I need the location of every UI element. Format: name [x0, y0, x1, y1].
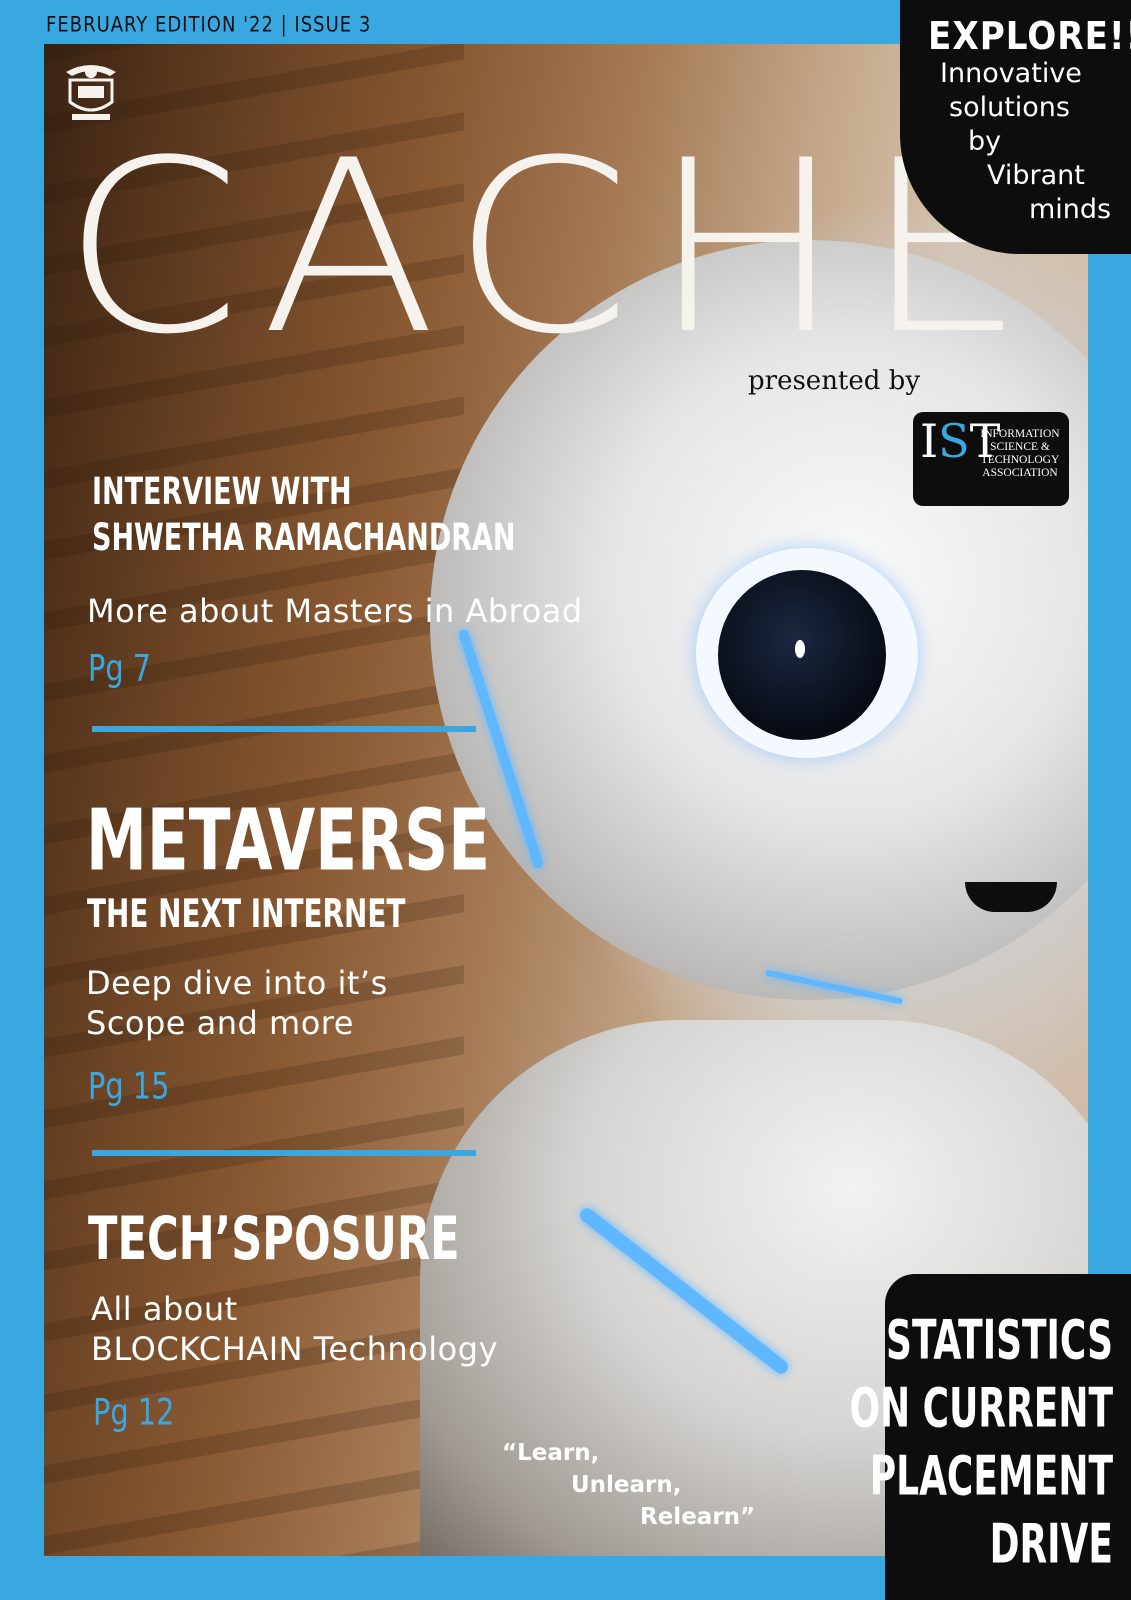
ist-logo-text: INFORMATION SCIENCE & TECHNOLOGY ASSOCIA… [976, 428, 1064, 480]
section-divider [92, 1150, 476, 1156]
stats-line: DRIVE [989, 1514, 1113, 1577]
ist-logo-line: TECHNOLOGY [980, 454, 1060, 466]
stats-line: STATISTICS [886, 1310, 1113, 1373]
stats-line: ON CURRENT [849, 1378, 1113, 1441]
feature-subtitle: More about Masters in Abroad [87, 592, 583, 630]
feature-subtitle: Scope and more [86, 1004, 354, 1042]
explore-line: solutions [949, 92, 1070, 123]
edition-label: FEBRUARY EDITION '22 | ISSUE 3 [46, 11, 372, 37]
ist-letter-i: I [920, 414, 939, 468]
stats-line: PLACEMENT [869, 1446, 1113, 1509]
masthead-title: CACHE [62, 110, 1046, 387]
ist-logo-line: INFORMATION [980, 428, 1060, 440]
section-divider [92, 726, 476, 732]
feature-title: THE NEXT INTERNET [87, 892, 406, 937]
explore-line: Vibrant [987, 160, 1085, 191]
feature-subtitle: BLOCKCHAIN Technology [91, 1330, 498, 1368]
feature-page-link[interactable]: Pg 15 [88, 1064, 169, 1108]
quote-line: Relearn” [640, 1504, 756, 1530]
ist-logo-line: SCIENCE & [990, 441, 1050, 453]
explore-title: EXPLORE!! [928, 14, 1131, 58]
presented-by-label: presented by [748, 366, 921, 396]
ist-letter-s: S [938, 414, 970, 468]
explore-line: by [968, 126, 1002, 157]
robot-eye-glint [795, 640, 805, 658]
feature-title: METAVERSE [86, 792, 491, 891]
feature-page-link[interactable]: Pg 12 [93, 1390, 174, 1434]
feature-subtitle: Deep dive into it’s [86, 964, 388, 1002]
feature-subtitle: All about [91, 1290, 238, 1328]
ist-logo-line: ASSOCIATION [982, 467, 1058, 479]
quote-line: Unlearn, [571, 1472, 682, 1498]
feature-title: TECH’SPOSURE [88, 1204, 460, 1274]
quote-line: “Learn, [502, 1440, 600, 1466]
explore-line: minds [1029, 194, 1112, 225]
feature-page-link[interactable]: Pg 7 [88, 646, 151, 690]
feature-title: SHWETHA RAMACHANDRAN [92, 516, 516, 560]
feature-title: INTERVIEW WITH [92, 470, 352, 514]
explore-line: Innovative [940, 58, 1082, 89]
